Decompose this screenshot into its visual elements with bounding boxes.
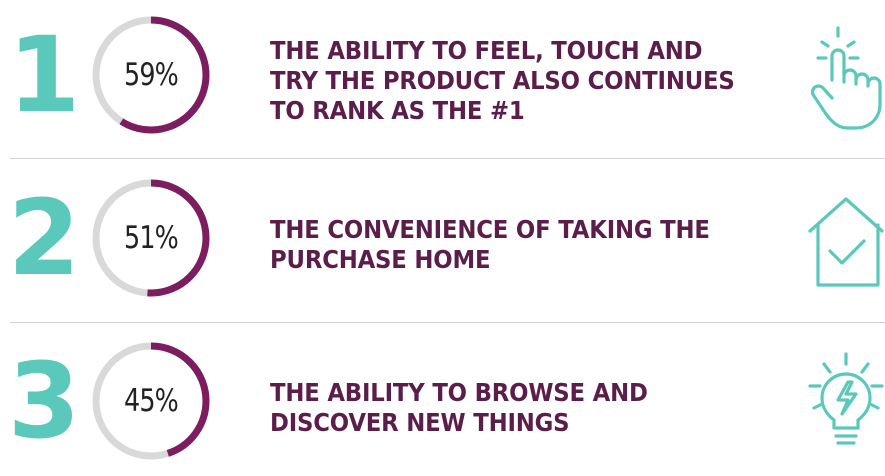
row-label: THE ABILITY TO BROWSE AND DISCOVER NEW T… [270, 378, 648, 437]
rank-number: 3 [7, 340, 80, 462]
percentage-donut: 45% [90, 340, 212, 462]
rank-number: 1 [7, 14, 80, 136]
ranking-row-2: 2 51% THE CONVENIENCE OF TAKING THE PURC… [0, 163, 885, 313]
percentage-label: 51% [123, 220, 179, 256]
ranking-row-3: 3 45% THE ABILITY TO BROWSE AND DISCOVER… [0, 326, 885, 476]
divider [10, 322, 885, 323]
home-check-icon [800, 185, 885, 295]
row-label: THE ABILITY TO FEEL, TOUCH AND TRY THE P… [270, 36, 735, 125]
percentage-donut: 51% [90, 177, 212, 299]
touch-hand-icon [800, 20, 885, 130]
rank-number: 2 [7, 177, 80, 299]
divider [10, 158, 885, 159]
lightbulb-icon [800, 346, 885, 456]
percentage-donut: 59% [90, 14, 212, 136]
percentage-label: 59% [123, 57, 179, 93]
percentage-label: 45% [123, 383, 179, 419]
row-label: THE CONVENIENCE OF TAKING THE PURCHASE H… [270, 215, 710, 274]
ranking-row-1: 1 59% THE ABILITY TO FEEL, TOUCH AND TRY… [0, 0, 885, 150]
